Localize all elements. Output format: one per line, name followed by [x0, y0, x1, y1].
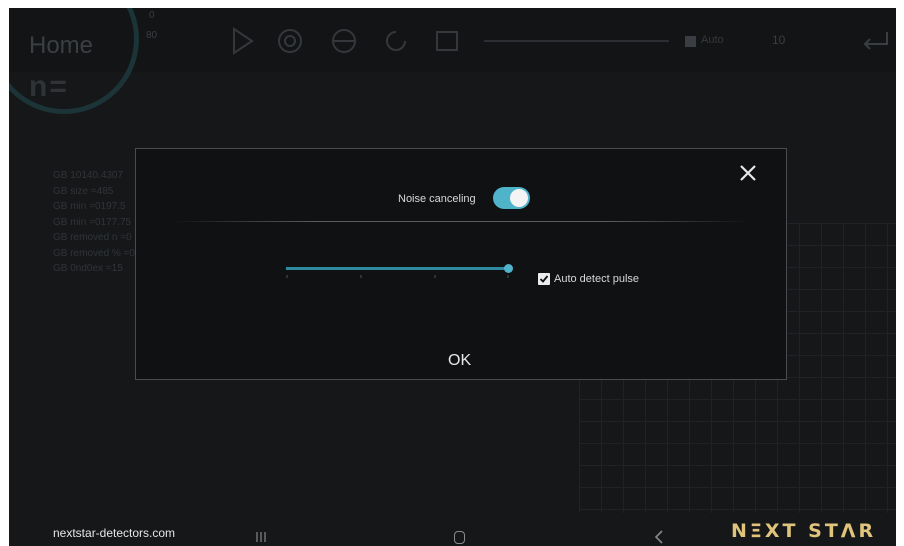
globe-icon[interactable]	[329, 26, 359, 56]
gauge-top-value: 0	[149, 10, 155, 21]
stat-line: GB removed n =0	[53, 232, 132, 243]
back-icon[interactable]	[653, 529, 665, 545]
stats-list: GB 10140.4307 GB size =485 GB min =0197.…	[53, 168, 135, 277]
slider-tick	[507, 275, 509, 278]
auto-checkbox[interactable]	[685, 36, 696, 47]
auto-detect-checkbox[interactable]	[538, 273, 550, 285]
recents-icon[interactable]	[254, 530, 268, 544]
enter-icon[interactable]	[859, 28, 891, 54]
slider-tick	[286, 275, 288, 278]
slider-thumb[interactable]	[504, 264, 513, 273]
stat-line: GB size =485	[53, 185, 114, 197]
noise-canceling-label: Noise canceling	[398, 193, 476, 205]
stat-line: GB min =0177.75	[53, 216, 132, 228]
toggle-knob	[510, 189, 528, 207]
top-slider[interactable]	[484, 40, 669, 42]
count-value: 10	[772, 33, 786, 47]
stat-line: GB removed % =0	[53, 247, 135, 259]
slider-tick	[434, 275, 436, 278]
close-icon[interactable]	[736, 161, 760, 185]
stat-line: GB min =0197.5	[53, 201, 126, 212]
slider-tick	[360, 275, 362, 278]
battery-icon	[433, 26, 463, 56]
ok-button[interactable]: OK	[448, 352, 471, 370]
brand-logo: NΞXT STΛR	[731, 520, 877, 542]
check-icon	[539, 275, 549, 283]
home-title: Home	[29, 32, 94, 59]
play-icon[interactable]	[227, 26, 257, 56]
dialog-divider	[172, 221, 752, 222]
settings-dialog: Noise canceling Auto detect pulse OK	[135, 148, 787, 380]
target-icon[interactable]	[275, 26, 305, 56]
sensitivity-slider[interactable]	[286, 267, 508, 270]
gauge-bottom-value: 80	[146, 30, 158, 41]
stat-line: GB 0nd0ex =15	[53, 263, 123, 274]
website-label: nextstar-detectors.com	[53, 526, 176, 540]
auto-label: Auto	[701, 34, 724, 46]
home-subtitle: n=	[29, 70, 69, 103]
system-navbar: nextstar-detectors.com NΞXT STΛR	[9, 514, 896, 546]
refresh-icon[interactable]	[381, 26, 411, 56]
device-screen: Home n= 0 80 Auto 10 GB 10140.4307 GB si…	[9, 8, 896, 546]
noise-canceling-toggle[interactable]	[493, 187, 530, 209]
auto-detect-label: Auto detect pulse	[554, 273, 640, 285]
home-nav-icon[interactable]	[454, 531, 465, 544]
stat-line: GB 10140.4307	[53, 170, 124, 181]
